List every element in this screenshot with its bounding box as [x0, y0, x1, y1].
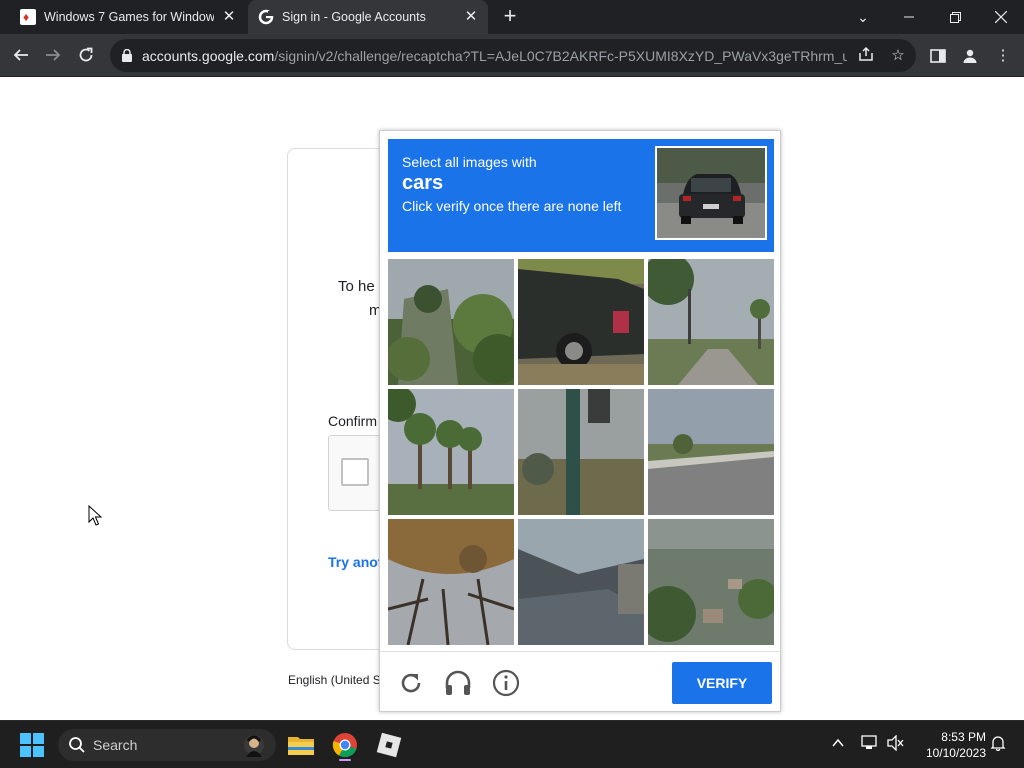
restore-icon [949, 11, 961, 23]
challenge-instruction: Select all images with [402, 154, 537, 170]
tab-google-signin[interactable]: Sign in - Google Accounts ✕ [248, 0, 488, 34]
close-tab-icon[interactable]: ✕ [462, 8, 480, 26]
tile-traffic-light-pole[interactable] [518, 389, 644, 515]
search-icon [69, 737, 85, 753]
google-icon [258, 9, 274, 25]
browser-toolbar: accounts.google.com/signin/v2/challenge/… [0, 34, 1024, 77]
tab-title: Windows 7 Games for Windows [44, 10, 214, 24]
clock-time: 8:53 PM [941, 730, 986, 744]
challenge-footer: VERIFY [380, 651, 780, 712]
minimize-icon [904, 16, 914, 18]
back-button[interactable] [8, 42, 34, 68]
tab-search-chevron-icon[interactable]: ⌄ [840, 0, 886, 34]
volume-muted-icon[interactable] [886, 733, 906, 753]
info-icon[interactable] [491, 668, 521, 698]
tab-title: Sign in - Google Accounts [282, 10, 426, 24]
help-text: To he [338, 278, 375, 295]
challenge-image-grid [388, 259, 774, 645]
tile-tree-branches[interactable] [388, 519, 514, 645]
reload-button[interactable] [73, 42, 99, 68]
file-explorer-icon[interactable] [285, 729, 317, 761]
recaptcha-challenge: Select all images with cars Click verify… [379, 130, 781, 712]
minimize-button[interactable] [886, 0, 932, 34]
close-icon [995, 11, 1007, 23]
try-another-way-link[interactable]: Try anot [328, 554, 382, 570]
windows-taskbar: Search 8:53 PM 10/10/2023 [0, 720, 1024, 768]
start-button[interactable] [20, 733, 44, 757]
person-icon [963, 49, 977, 63]
share-icon-glyph [859, 46, 873, 61]
audio-icon[interactable] [443, 668, 473, 698]
show-hidden-icons-chevron-icon[interactable] [828, 733, 848, 753]
tab-windows-games[interactable]: Windows 7 Games for Windows ✕ [8, 0, 246, 34]
roblox-icon[interactable] [373, 729, 405, 761]
confirm-label: Confirm [328, 413, 378, 429]
browser-tab-bar: Windows 7 Games for Windows ✕ Sign in - … [0, 0, 1024, 34]
notification-bell-icon[interactable] [988, 733, 1008, 753]
taskbar-search[interactable]: Search [58, 729, 276, 761]
url-text[interactable]: accounts.google.com/signin/v2/challenge/… [142, 48, 847, 64]
reload-icon [79, 47, 93, 62]
tile-road-and-field[interactable] [648, 389, 774, 515]
side-panel-icon[interactable] [926, 44, 950, 68]
search-label: Search [93, 737, 138, 753]
network-icon[interactable] [860, 733, 880, 753]
tile-pickup-truck-rear[interactable] [518, 259, 644, 385]
address-bar[interactable]: accounts.google.com/signin/v2/challenge/… [110, 39, 916, 72]
challenge-header: Select all images with cars Click verify… [388, 139, 774, 252]
challenge-subinstruction: Click verify once there are none left [402, 198, 622, 214]
tile-hillside-houses[interactable] [648, 519, 774, 645]
bookmark-star-icon[interactable]: ☆ [888, 46, 908, 66]
recaptcha-checkbox[interactable] [341, 458, 369, 486]
sample-car-image [655, 146, 767, 240]
back-arrow-icon [13, 49, 28, 61]
tile-palm-trees-street[interactable] [648, 259, 774, 385]
tile-house-roof[interactable] [518, 519, 644, 645]
cards-icon [20, 9, 36, 25]
more-menu-icon[interactable]: ⋮ [991, 44, 1015, 68]
chrome-icon[interactable] [329, 729, 361, 761]
lock-icon[interactable] [122, 49, 132, 62]
new-tab-button[interactable]: + [498, 5, 522, 29]
clock-date: 10/10/2023 [925, 746, 986, 760]
tile-trees-and-fence[interactable] [388, 259, 514, 385]
mouse-cursor-icon [88, 505, 102, 526]
challenge-target: cars [402, 172, 444, 194]
verify-button[interactable]: VERIFY [672, 662, 772, 704]
profile-icon[interactable] [958, 44, 982, 68]
forward-button[interactable] [40, 42, 66, 68]
language-selector[interactable]: English (United S [288, 673, 381, 687]
close-tab-icon[interactable]: ✕ [220, 8, 238, 26]
restore-button[interactable] [932, 0, 978, 34]
search-highlight-icon [244, 735, 264, 757]
tile-palm-trees[interactable] [388, 389, 514, 515]
system-clock[interactable]: 8:53 PM 10/10/2023 [910, 729, 986, 761]
close-window-button[interactable] [978, 0, 1024, 34]
reload-icon[interactable] [396, 668, 426, 698]
side-panel-glyph [930, 49, 946, 63]
share-icon[interactable] [856, 46, 876, 66]
forward-arrow-icon [46, 49, 61, 61]
